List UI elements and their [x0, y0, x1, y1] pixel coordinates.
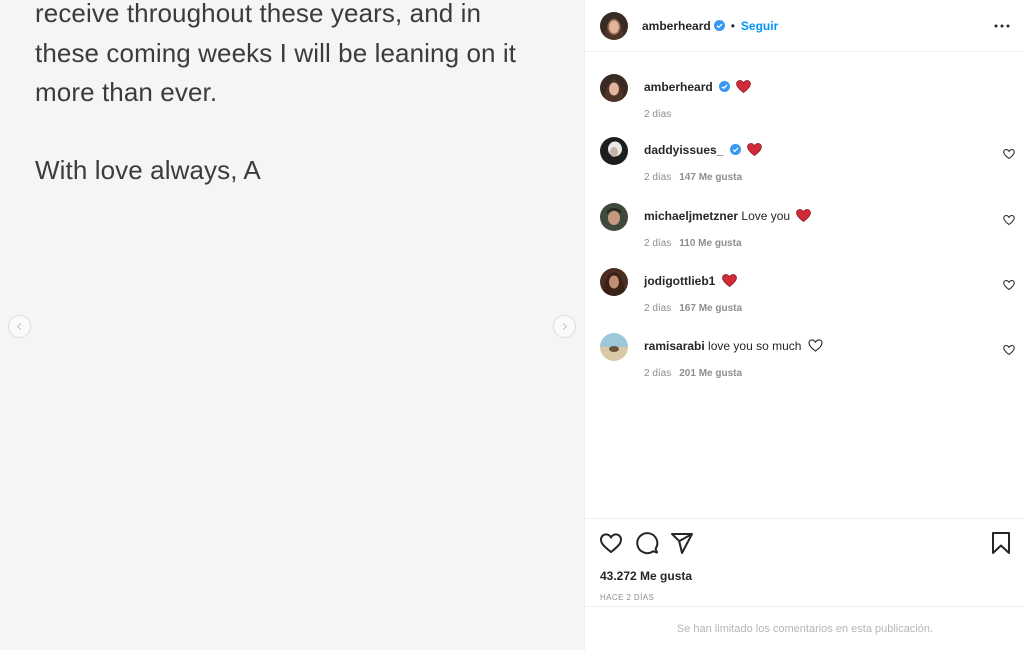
post-author-username[interactable]: amberheard [642, 19, 711, 33]
white-heart-icon [808, 339, 823, 352]
comment-like-count[interactable]: 167 Me gusta [679, 303, 742, 314]
avatar[interactable] [600, 11, 628, 40]
post-media: receive throughout these years, and in t… [0, 0, 584, 650]
post-header: amberheard • Seguir [585, 0, 1024, 52]
post-timestamp[interactable]: HACE 2 DÍAS [600, 593, 654, 602]
red-heart-icon [747, 143, 762, 156]
comment-item: jodigottlieb1 2 días 167 Me gusta [600, 268, 1015, 318]
red-heart-icon [721, 274, 737, 287]
instagram-post-view: receive throughout these years, and in t… [0, 0, 1024, 650]
comment-text: love you so much [708, 339, 802, 353]
avatar[interactable] [600, 74, 628, 102]
post-side-panel: amberheard • Seguir amberheard 2 días da… [584, 0, 1024, 650]
avatar[interactable] [600, 137, 628, 165]
comment-username[interactable]: daddyissues_ [644, 143, 723, 157]
post-actions: 43.272 Me gusta HACE 2 DÍAS [585, 518, 1024, 602]
avatar[interactable] [600, 268, 628, 296]
comment-text: Love you [741, 209, 791, 223]
post-text-line: receive throughout these years, and in [35, 0, 482, 28]
more-icon [994, 24, 1010, 27]
comment-username[interactable]: jodigottlieb1 [644, 274, 715, 288]
caption-username[interactable]: amberheard [644, 80, 713, 94]
avatar[interactable] [600, 203, 628, 231]
comment-time[interactable]: 2 días [644, 368, 671, 379]
follow-button[interactable]: Seguir [741, 19, 778, 33]
heart-outline-icon[interactable] [1003, 279, 1015, 291]
caption-time[interactable]: 2 días [644, 109, 671, 120]
heart-outline-icon[interactable] [1003, 344, 1015, 356]
like-heart-icon[interactable] [599, 531, 623, 555]
comment-bubble-icon[interactable] [635, 531, 659, 555]
heart-outline-icon[interactable] [1003, 148, 1015, 160]
heart-outline-icon[interactable] [1003, 214, 1015, 226]
comments-list: amberheard 2 días daddyissues_ 2 días 147 [585, 52, 1024, 518]
share-send-icon[interactable] [670, 531, 694, 555]
chevron-left-icon [16, 322, 22, 331]
comment-time[interactable]: 2 días [644, 303, 671, 314]
comments-limited-notice: Se han limitado los comentarios en esta … [585, 606, 1024, 650]
comment-item: ramisarabi love you so much 2 días 201 Me… [600, 333, 1015, 383]
post-text-line: With love always, A [35, 154, 261, 185]
more-options-button[interactable] [992, 16, 1012, 36]
post-text-line: more than ever. [35, 77, 218, 107]
bookmark-icon[interactable] [989, 531, 1013, 555]
post-image-text: receive throughout these years, and in t… [35, 0, 575, 190]
verified-badge-icon [719, 81, 731, 92]
comment-item: michaeljmetzner Love you 2 días 110 Me gu… [600, 203, 1015, 253]
comment-like-count[interactable]: 147 Me gusta [679, 172, 742, 183]
separator-dot: • [730, 18, 735, 33]
next-slide-button[interactable] [553, 315, 576, 338]
chevron-right-icon [562, 322, 568, 331]
comment-like-count[interactable]: 201 Me gusta [679, 368, 742, 379]
comment-username[interactable]: michaeljmetzner [644, 209, 738, 223]
previous-slide-button[interactable] [8, 315, 31, 338]
comment-like-count[interactable]: 110 Me gusta [679, 238, 741, 249]
post-text-line: these coming weeks I will be leaning on … [35, 37, 517, 68]
comment-username[interactable]: ramisarabi [644, 339, 705, 353]
verified-badge-icon [729, 144, 741, 155]
verified-badge-icon [713, 20, 725, 31]
red-heart-icon [736, 80, 752, 93]
comment-item: daddyissues_ 2 días 147 Me gusta [600, 137, 1015, 187]
post-like-count[interactable]: 43.272 Me gusta [600, 569, 692, 583]
action-icons-row [599, 531, 1013, 557]
comment-time[interactable]: 2 días [644, 238, 671, 249]
red-heart-icon [796, 209, 812, 222]
comment-time[interactable]: 2 días [644, 172, 671, 183]
avatar[interactable] [600, 333, 628, 361]
caption: amberheard 2 días [600, 74, 1015, 124]
